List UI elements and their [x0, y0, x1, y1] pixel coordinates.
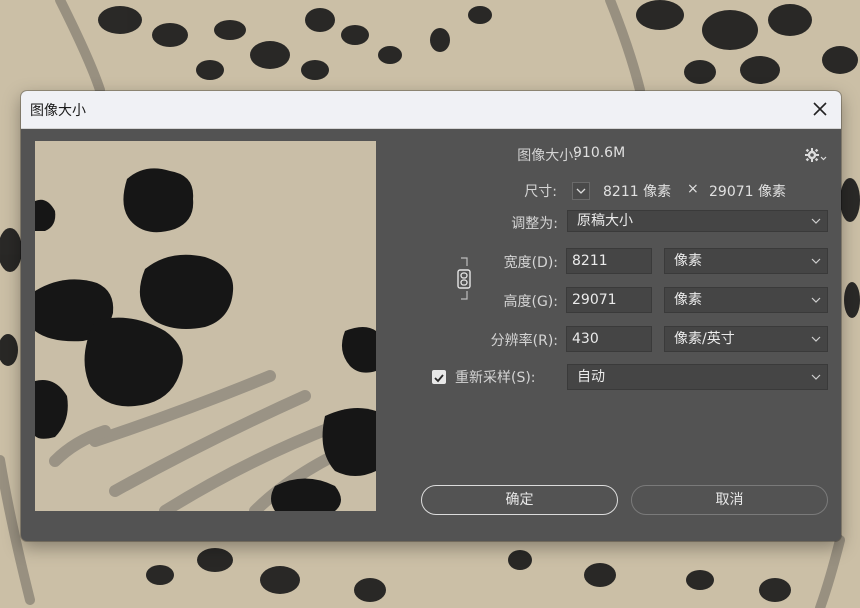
chevron-down-icon — [576, 188, 586, 194]
image-preview[interactable] — [35, 141, 376, 511]
checkmark-icon — [434, 374, 444, 383]
dimensions-unit-toggle[interactable] — [572, 182, 590, 200]
width-unit-value: 像素 — [674, 253, 702, 269]
dimensions-label: 尺寸: — [524, 184, 557, 200]
preview-ink-image — [35, 141, 376, 511]
resolution-label: 分辨率(R): — [490, 333, 558, 349]
dimensions-times: × — [687, 181, 699, 197]
fit-to-label: 调整为: — [511, 216, 558, 232]
close-button[interactable] — [807, 96, 833, 122]
height-unit-select[interactable]: 像素 — [664, 287, 828, 313]
dimensions-height: 29071 像素 — [709, 184, 786, 200]
resolution-value: 430 — [572, 331, 599, 347]
image-size-dialog: 图像大小 图像大小: 910.6M 尺寸: 8211 像素 × 29071 像素… — [21, 91, 841, 541]
height-unit-value: 像素 — [674, 292, 702, 308]
height-input[interactable]: 29071 — [566, 287, 652, 313]
constrain-proportions-toggle[interactable] — [453, 256, 475, 301]
resample-method-value: 自动 — [577, 369, 605, 385]
width-label: 宽度(D): — [503, 255, 558, 271]
resample-method-select[interactable]: 自动 — [567, 364, 828, 390]
resolution-unit-value: 像素/英寸 — [674, 331, 735, 347]
chevron-down-icon — [811, 336, 821, 342]
settings-button[interactable] — [803, 146, 827, 164]
resample-label: 重新采样(S): — [455, 370, 536, 386]
height-label: 高度(G): — [503, 294, 559, 310]
chevron-down-icon — [811, 374, 821, 380]
width-input[interactable]: 8211 — [566, 248, 652, 274]
ok-button[interactable]: 确定 — [421, 485, 618, 515]
chevron-down-icon — [811, 218, 821, 224]
width-unit-select[interactable]: 像素 — [664, 248, 828, 274]
chevron-down-icon — [811, 258, 821, 264]
dialog-title: 图像大小 — [30, 103, 86, 119]
chain-link-icon — [457, 257, 471, 300]
resolution-unit-select[interactable]: 像素/英寸 — [664, 326, 828, 352]
resolution-input[interactable]: 430 — [566, 326, 652, 352]
fit-to-value: 原稿大小 — [577, 213, 633, 229]
image-size-value: 910.6M — [573, 145, 626, 161]
dimensions-width: 8211 像素 — [603, 184, 672, 200]
fit-to-select[interactable]: 原稿大小 — [567, 210, 828, 232]
image-size-label: 图像大小: — [517, 148, 578, 164]
width-value: 8211 — [572, 253, 608, 269]
cancel-button[interactable]: 取消 — [631, 485, 828, 515]
close-icon — [813, 102, 827, 116]
gear-icon — [805, 148, 827, 162]
chevron-down-icon — [811, 297, 821, 303]
title-bar: 图像大小 — [21, 91, 841, 129]
resample-checkbox[interactable] — [432, 370, 446, 384]
height-value: 29071 — [572, 292, 617, 308]
